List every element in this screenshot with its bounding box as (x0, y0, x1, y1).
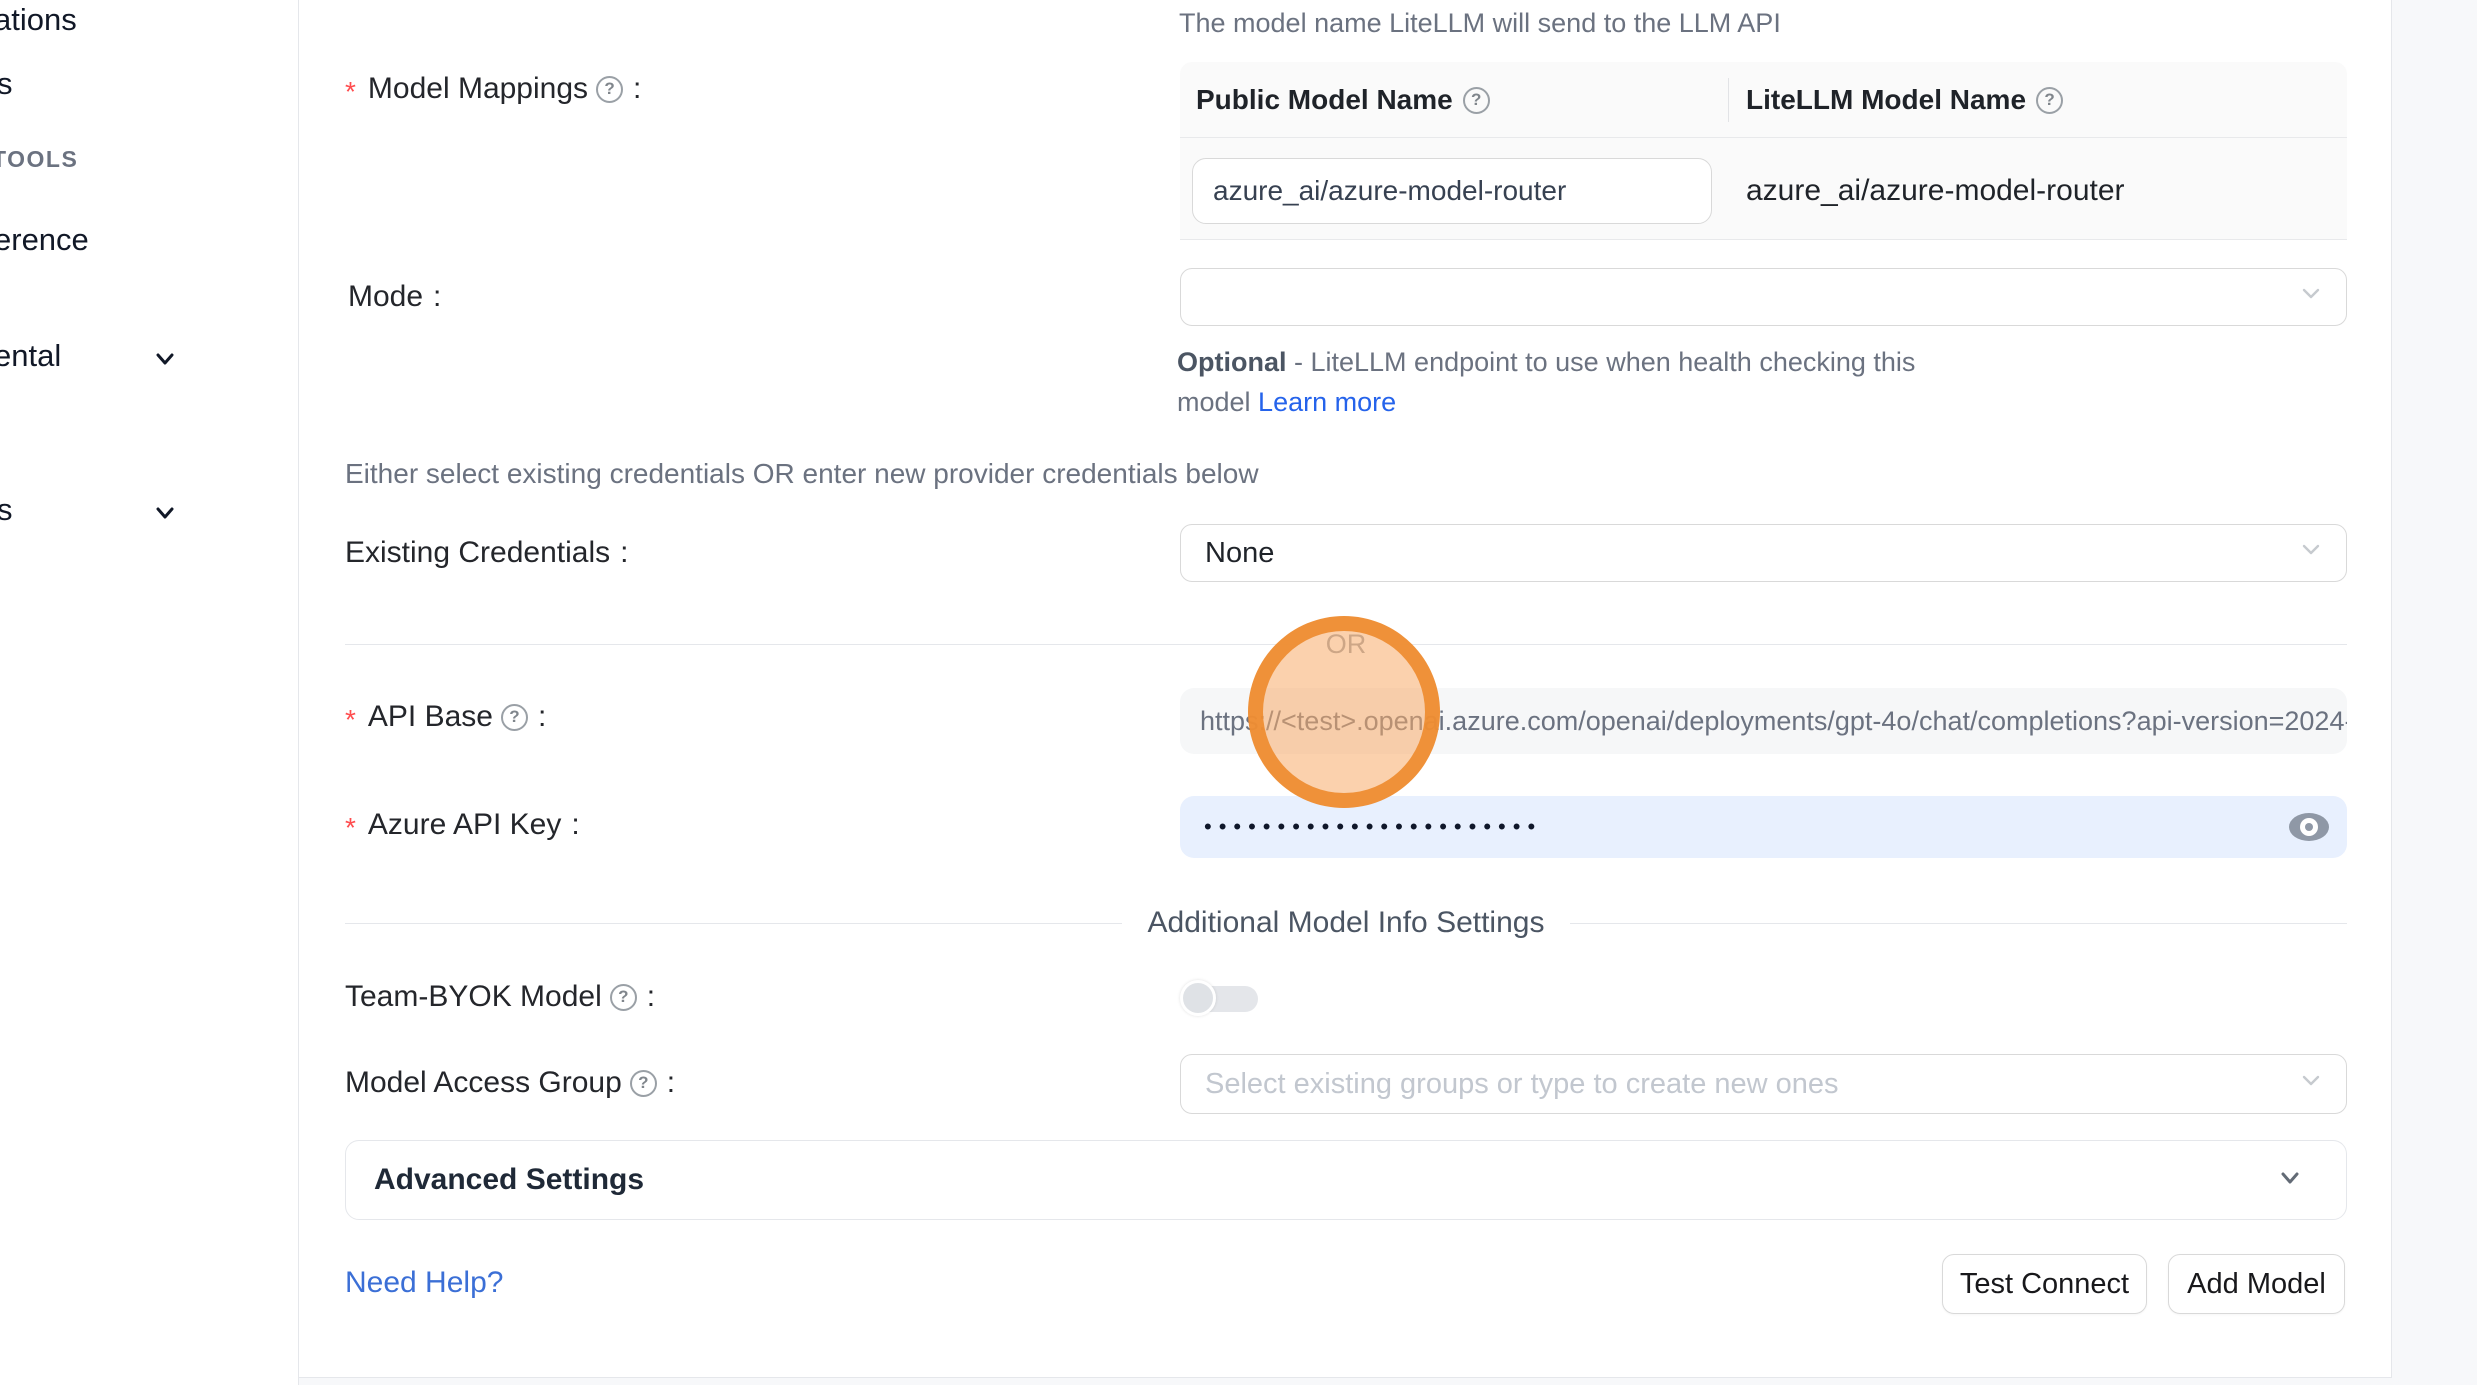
help-icon[interactable]: ? (596, 76, 623, 103)
chevron-down-icon[interactable] (150, 344, 180, 379)
api-base-input[interactable]: https://<test>.openai.azure.com/openai/d… (1180, 688, 2347, 754)
sidebar-item[interactable]: ations (0, 2, 77, 38)
help-icon[interactable]: ? (1463, 87, 1490, 114)
help-icon[interactable]: ? (2036, 87, 2063, 114)
required-asterisk: * (345, 704, 356, 736)
add-model-form: The model name LiteLLM will send to the … (299, 0, 2392, 1378)
help-icon[interactable]: ? (630, 1070, 657, 1097)
chevron-down-icon (2274, 1162, 2306, 1199)
model-mappings-table: Public Model Name ? LiteLLM Model Name ?… (1180, 62, 2347, 240)
sidebar-item[interactable]: ental (0, 338, 61, 374)
column-divider (1728, 78, 1729, 122)
chevron-down-icon (2298, 280, 2324, 314)
help-icon[interactable]: ? (501, 704, 528, 731)
eye-icon[interactable] (2289, 813, 2329, 841)
required-asterisk: * (345, 76, 356, 108)
chevron-down-icon[interactable] (150, 498, 180, 533)
public-model-name-input[interactable] (1192, 158, 1712, 224)
test-connect-button[interactable]: Test Connect (1942, 1254, 2147, 1314)
column-header-public-model-name: Public Model Name ? (1196, 62, 1490, 138)
model-access-group-label: Model Access Group ? : (345, 1066, 675, 1100)
team-byok-label: Team-BYOK Model ? : (345, 980, 655, 1014)
sidebar-item[interactable]: s (0, 492, 13, 528)
mode-label: Mode : (348, 280, 441, 314)
sidebar-section-header: TOOLS (0, 146, 78, 173)
credentials-note: Either select existing credentials OR en… (345, 458, 1259, 490)
existing-credentials-select[interactable]: None (1180, 524, 2347, 582)
need-help-link[interactable]: Need Help? (345, 1266, 503, 1300)
sidebar-item[interactable]: s (0, 66, 13, 102)
or-divider: OR (345, 629, 2347, 660)
column-header-litellm-model-name: LiteLLM Model Name ? (1746, 62, 2063, 138)
help-icon[interactable]: ? (610, 984, 637, 1011)
required-asterisk: * (345, 812, 356, 844)
model-name-helper-text: The model name LiteLLM will send to the … (1179, 8, 1781, 39)
table-header-row: Public Model Name ? LiteLLM Model Name ? (1180, 62, 2347, 138)
api-base-label: * API Base ? : (345, 700, 546, 734)
learn-more-link[interactable]: Learn more (1258, 387, 1396, 417)
model-access-group-select[interactable]: Select existing groups or type to create… (1180, 1054, 2347, 1114)
advanced-settings-toggle[interactable]: Advanced Settings (345, 1140, 2347, 1220)
add-model-button[interactable]: Add Model (2168, 1254, 2345, 1314)
sidebar: ations s TOOLS erence ental s (0, 0, 299, 1385)
litellm-model-name-value: azure_ai/azure-model-router (1746, 158, 2125, 224)
existing-credentials-label: Existing Credentials : (345, 536, 628, 570)
mode-select[interactable] (1180, 268, 2347, 326)
azure-api-key-input[interactable] (1180, 796, 2347, 858)
model-mappings-label: * Model Mappings ? : (345, 72, 641, 106)
sidebar-item[interactable]: erence (0, 222, 89, 258)
azure-api-key-label: * Azure API Key : (345, 808, 580, 842)
team-byok-toggle[interactable] (1180, 979, 1280, 1019)
chevron-down-icon (2298, 536, 2324, 570)
mode-helper-text: Optional - LiteLLM endpoint to use when … (1177, 342, 1977, 422)
additional-settings-divider: Additional Model Info Settings (345, 906, 2347, 940)
chevron-down-icon (2298, 1067, 2324, 1101)
select-placeholder: Select existing groups or type to create… (1205, 1068, 1839, 1101)
